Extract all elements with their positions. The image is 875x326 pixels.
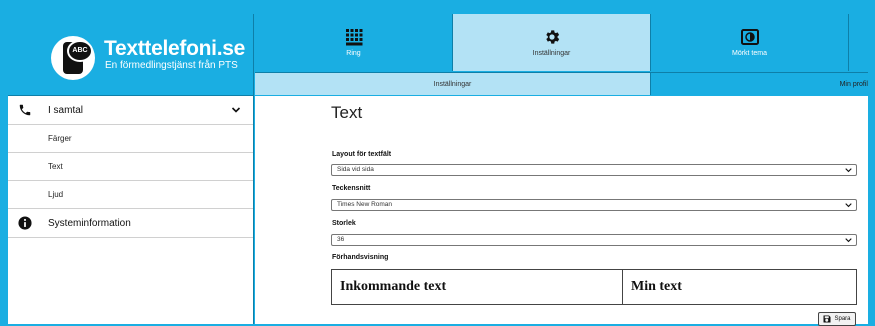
font-select[interactable]: Times New Roman bbox=[331, 199, 857, 211]
size-select[interactable]: 36 bbox=[331, 234, 857, 246]
settings-panel: Text Layout för textfält Sida vid sida T… bbox=[255, 96, 868, 326]
tab-settings[interactable]: Inställningar bbox=[255, 73, 651, 95]
page-title: Text bbox=[331, 103, 363, 122]
layout-select[interactable]: Sida vid sida bbox=[331, 164, 857, 176]
size-label: Storlek bbox=[332, 220, 356, 227]
preview-own-text: Min text bbox=[622, 269, 857, 305]
font-select-value: Times New Roman bbox=[337, 201, 393, 208]
save-button[interactable]: Spara bbox=[818, 312, 856, 326]
sidebar-item-label: Text bbox=[48, 162, 63, 171]
sidebar-item-label: Ljud bbox=[48, 190, 64, 199]
layout-select-value: Sida vid sida bbox=[337, 166, 374, 173]
floppy-disk-icon bbox=[823, 315, 831, 323]
sidebar-item-label: Färger bbox=[48, 134, 72, 143]
app-frame: ABC Texttelefoni.se En förmedlingstjänst… bbox=[8, 14, 868, 326]
nav-dark-theme-label: Mörkt tema bbox=[731, 50, 767, 57]
sidebar-item-label: Systeminformation bbox=[48, 217, 131, 229]
save-button-label: Spara bbox=[834, 316, 851, 322]
nav-ring-button[interactable]: Ring bbox=[255, 14, 453, 71]
chevron-down-icon[interactable] bbox=[231, 105, 241, 115]
chevron-down-icon bbox=[845, 238, 852, 243]
phone-icon bbox=[19, 104, 31, 116]
gear-icon bbox=[545, 30, 559, 44]
chevron-down-icon bbox=[845, 203, 852, 208]
nav-ring-label: Ring bbox=[346, 50, 361, 57]
keypad-icon bbox=[345, 29, 362, 46]
preview-incoming-text: Inkommande text bbox=[331, 269, 623, 305]
preview-label: Förhandsvisning bbox=[332, 254, 389, 261]
contrast-icon bbox=[740, 29, 759, 45]
chevron-down-icon bbox=[845, 168, 852, 173]
sub-navigation: Inställningar Min profil bbox=[255, 72, 868, 95]
sidebar-item-colors[interactable]: Färger bbox=[8, 125, 253, 153]
size-select-value: 36 bbox=[337, 236, 345, 243]
nav-settings-label: Inställningar bbox=[532, 50, 571, 57]
nav-settings-button[interactable]: Inställningar bbox=[453, 14, 651, 71]
sidebar-item-system-information[interactable]: Systeminformation bbox=[8, 209, 253, 238]
sidebar-item-text[interactable]: Text bbox=[8, 153, 253, 181]
logo-bubble: ABC bbox=[67, 40, 93, 62]
sidebar: I samtal Färger Text Ljud Systeminformat… bbox=[8, 96, 254, 324]
tab-my-profile[interactable]: Min profil bbox=[651, 73, 868, 95]
info-icon bbox=[18, 216, 32, 230]
top-navigation: Ring Inställningar Mörkt tema bbox=[255, 14, 868, 71]
brand-header[interactable]: ABC Texttelefoni.se En förmedlingstjänst… bbox=[8, 14, 254, 96]
sidebar-item-in-call[interactable]: I samtal bbox=[8, 96, 253, 125]
brand-subtitle: En förmedlingstjänst från PTS bbox=[105, 60, 238, 71]
layout-label: Layout för textfält bbox=[332, 151, 392, 158]
sidebar-item-sound[interactable]: Ljud bbox=[8, 181, 253, 209]
brand-title: Texttelefoni.se bbox=[104, 37, 245, 60]
nav-dark-theme-button[interactable]: Mörkt tema bbox=[651, 14, 849, 71]
sidebar-item-label: I samtal bbox=[48, 104, 84, 116]
font-label: Teckensnitt bbox=[332, 185, 371, 192]
